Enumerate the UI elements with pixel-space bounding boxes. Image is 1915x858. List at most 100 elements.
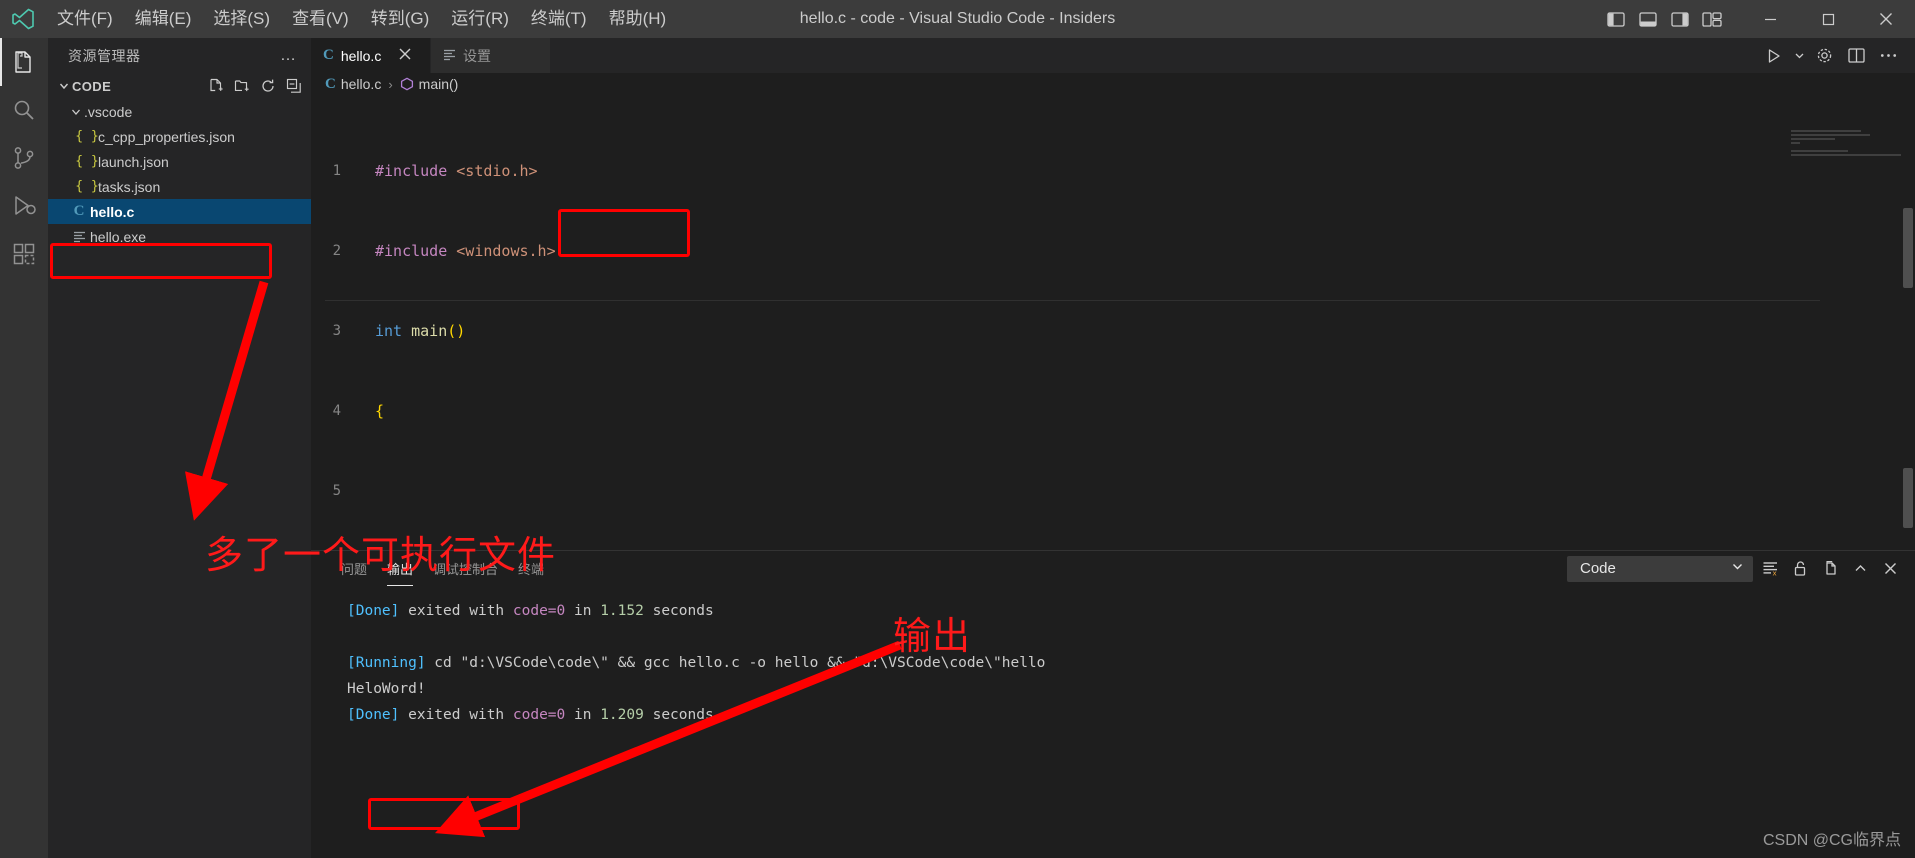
activity-bar: [0, 38, 48, 858]
breadcrumb-file[interactable]: hello.c: [341, 76, 381, 92]
code-line: 4 {: [311, 401, 1915, 421]
sidebar-item-explorer[interactable]: [0, 38, 48, 86]
minimap[interactable]: [1791, 130, 1901, 170]
file-tree: .vscode { } c_cpp_properties.json { } la…: [48, 99, 311, 249]
menu-item-go[interactable]: 转到(G): [360, 0, 441, 38]
tab-settings[interactable]: 设置: [431, 38, 551, 73]
line-content: #include <stdio.h>: [363, 161, 538, 181]
vscode-window: 文件(F) 编辑(E) 选择(S) 查看(V) 转到(G) 运行(R) 终端(T…: [0, 0, 1915, 858]
menu-item-help[interactable]: 帮助(H): [598, 0, 678, 38]
explorer-sidebar: 资源管理器 … CODE .vscode {} c_cpp_propertie…: [48, 38, 311, 858]
code-line: 2 #include <windows.h>: [311, 241, 1915, 261]
output-channel-select[interactable]: Code: [1567, 555, 1753, 582]
editor-scrollbar-thumb-lower[interactable]: [1903, 468, 1913, 528]
code-line: 1 #include <stdio.h>: [311, 161, 1915, 181]
folder-actions: [205, 75, 305, 97]
breadcrumb: C hello.c › main(): [311, 73, 1915, 95]
sidebar-item-search[interactable]: [0, 86, 48, 134]
settings-gear-icon[interactable]: [1809, 38, 1839, 73]
sidebar-item-extensions[interactable]: [0, 230, 48, 278]
tree-item-vscode-folder[interactable]: .vscode: [48, 99, 311, 124]
tree-item-label: hello.exe: [90, 228, 147, 245]
output-line-blank: [325, 624, 1915, 650]
tree-item-launch-json[interactable]: { } launch.json: [48, 149, 311, 174]
toggle-panel-icon[interactable]: [1633, 0, 1663, 38]
explorer-folder-header[interactable]: CODE: [48, 73, 311, 99]
explorer-title: 资源管理器: [68, 47, 141, 64]
executable-file-icon: [68, 230, 90, 243]
output-segment: in: [565, 707, 601, 723]
new-file-icon[interactable]: [205, 75, 227, 97]
open-in-editor-icon[interactable]: [1817, 556, 1843, 582]
json-file-icon: { }: [75, 129, 99, 144]
chevron-down-icon[interactable]: [68, 106, 84, 118]
toggle-sidebar-icon[interactable]: [1601, 0, 1631, 38]
maximize-panel-icon[interactable]: [1847, 556, 1873, 582]
c-file-icon: C: [325, 75, 336, 92]
vscode-logo-icon: [0, 0, 46, 38]
menu-item-file[interactable]: 文件(F): [46, 0, 124, 38]
svg-text:x: x: [1772, 569, 1776, 577]
annotation-label-executable: 多了一个可执行文件: [205, 533, 557, 577]
menu-item-view[interactable]: 查看(V): [281, 0, 360, 38]
new-folder-icon[interactable]: [231, 75, 253, 97]
more-actions-icon[interactable]: [1873, 38, 1903, 73]
folder-name: CODE: [72, 78, 112, 94]
menu-item-run[interactable]: 运行(R): [440, 0, 520, 38]
tree-item-label: .vscode: [84, 103, 133, 120]
tab-hello-c[interactable]: C hello.c: [311, 38, 431, 73]
chevron-down-icon[interactable]: [1731, 560, 1744, 577]
line-number: 1: [332, 163, 341, 179]
symbol-icon: [400, 77, 414, 91]
code-token: #include: [375, 242, 457, 260]
tree-item-hello-exe[interactable]: hello.exe: [48, 224, 311, 249]
chevron-down-icon[interactable]: [56, 80, 72, 92]
close-panel-icon[interactable]: [1877, 556, 1903, 582]
window-maximize-button[interactable]: [1799, 0, 1857, 38]
sidebar-item-run-debug[interactable]: [0, 182, 48, 230]
clear-output-icon[interactable]: x: [1757, 556, 1783, 582]
json-file-icon: { }: [75, 179, 99, 194]
explorer-more-icon[interactable]: …: [274, 47, 303, 65]
code-token: main: [411, 322, 448, 340]
output-content[interactable]: [Done] exited with code=0 in 1.152 secon…: [311, 586, 1915, 858]
tab-close-icon[interactable]: [398, 47, 412, 64]
menu-bar: 文件(F) 编辑(E) 选择(S) 查看(V) 转到(G) 运行(R) 终端(T…: [46, 0, 677, 38]
window-minimize-button[interactable]: [1741, 0, 1799, 38]
customize-layout-icon[interactable]: [1697, 0, 1727, 38]
output-segment: code=0: [512, 707, 566, 723]
output-segment: 1.209: [600, 707, 644, 723]
collapse-all-icon[interactable]: [283, 75, 305, 97]
menu-item-selection[interactable]: 选择(S): [202, 0, 281, 38]
explorer-header: 资源管理器 …: [48, 38, 311, 73]
window-close-button[interactable]: [1857, 0, 1915, 38]
tree-item-label: launch.json: [98, 153, 169, 170]
output-line-program-output: HeloWord!: [325, 676, 1915, 702]
menu-item-edit[interactable]: 编辑(E): [124, 0, 203, 38]
tree-item-c-cpp-properties-json[interactable]: { } c_cpp_properties.json: [48, 124, 311, 149]
split-editor-icon[interactable]: [1841, 38, 1871, 73]
output-channel-value: Code: [1580, 560, 1616, 577]
code-line: 3 int main(): [311, 321, 1915, 341]
run-code-icon[interactable]: [1759, 38, 1789, 73]
editor-divider: [325, 300, 1820, 301]
tree-item-tasks-json[interactable]: { } tasks.json: [48, 174, 311, 199]
refresh-explorer-icon[interactable]: [257, 75, 279, 97]
breadcrumb-symbol[interactable]: main(): [419, 76, 459, 92]
line-content: int main(): [363, 321, 465, 341]
lock-scroll-icon[interactable]: [1787, 556, 1813, 582]
line-number: 2: [332, 243, 341, 259]
line-number: 3: [332, 323, 341, 339]
line-content: #include <windows.h>: [363, 241, 556, 261]
chevron-down-icon[interactable]: [1791, 38, 1807, 73]
c-file-icon: C: [73, 203, 85, 219]
menu-item-terminal[interactable]: 终端(T): [520, 0, 598, 38]
output-segment: [Done]: [347, 707, 400, 723]
output-line: [Running] cd "d:\VSCode\code\" && gcc he…: [325, 650, 1915, 676]
json-file-icon: { }: [75, 154, 99, 169]
code-token: (): [447, 322, 466, 340]
tree-item-hello-c[interactable]: C hello.c: [48, 199, 311, 224]
editor-scrollbar-thumb[interactable]: [1903, 208, 1913, 288]
sidebar-item-source-control[interactable]: [0, 134, 48, 182]
toggle-secondary-sidebar-icon[interactable]: [1665, 0, 1695, 38]
